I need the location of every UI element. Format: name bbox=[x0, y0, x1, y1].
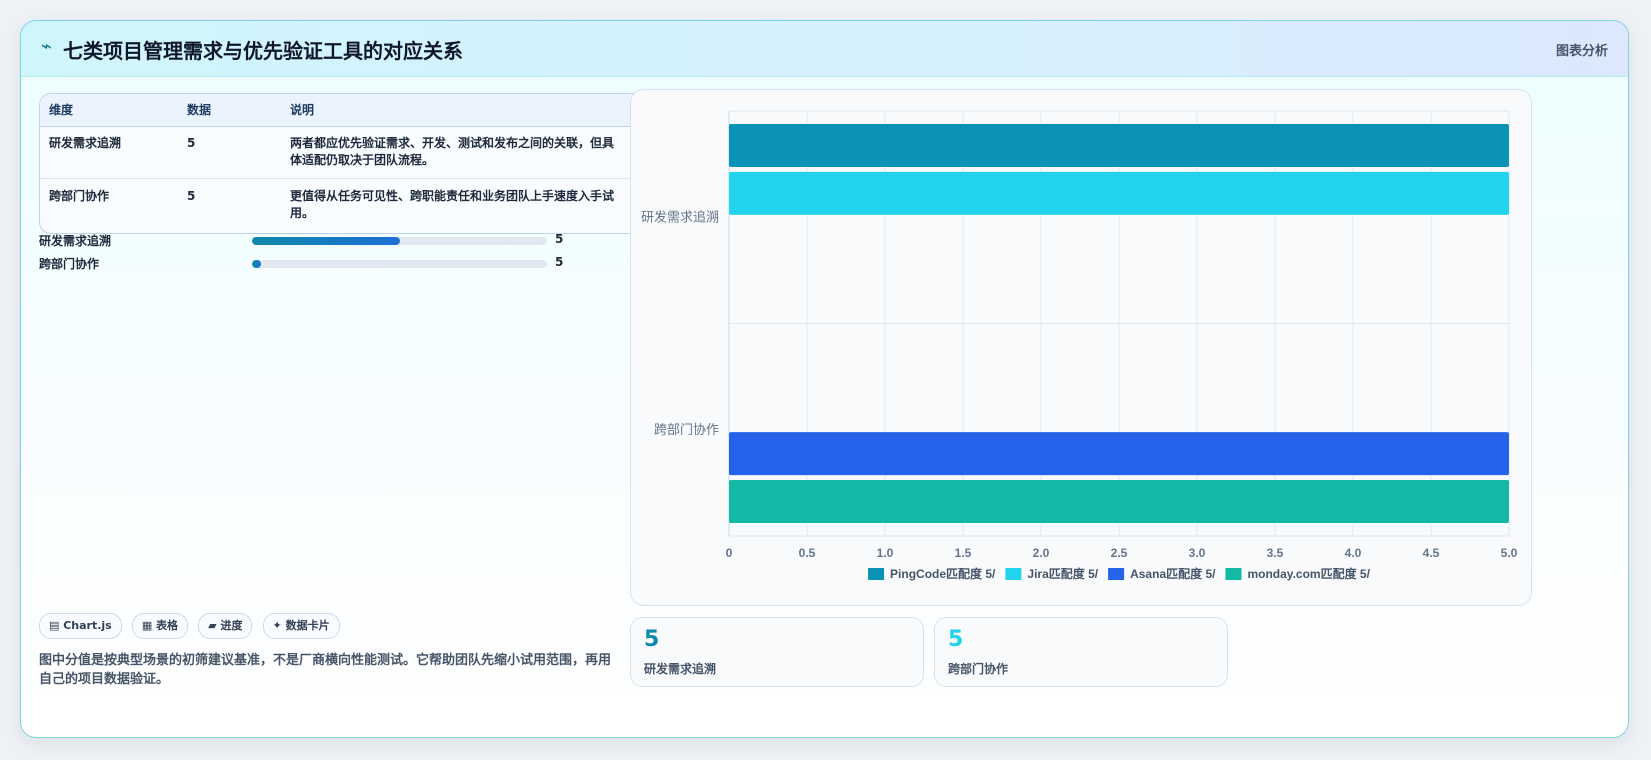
legend-swatch bbox=[1225, 568, 1242, 580]
tag-table[interactable]: ▦ 表格 bbox=[131, 613, 189, 639]
row-description: 两者都应优先验证需求、开发、测试和发布之间的关联，但具体适配仍取决于团队流程。 bbox=[290, 136, 615, 167]
chart-analysis-label: 图表分析 bbox=[1555, 44, 1608, 59]
bar bbox=[729, 124, 1509, 168]
stat-value: 5 bbox=[948, 627, 964, 652]
legend-label: Jira匹配度 5/ bbox=[1027, 566, 1098, 581]
progress-track bbox=[252, 260, 547, 268]
legend-swatch bbox=[868, 568, 885, 580]
column-header-description: 说明 bbox=[290, 103, 315, 117]
tag-progress[interactable]: ▰ 进度 bbox=[198, 613, 253, 639]
progress-track bbox=[252, 237, 547, 245]
x-tick-label: 0.5 bbox=[799, 546, 816, 560]
progress-label: 研发需求追溯 bbox=[39, 234, 112, 248]
x-tick-label: 0 bbox=[726, 546, 733, 560]
footnote: 图中分值是按典型场景的初筛建议基准，不是厂商横向性能测试。它帮助团队先缩小试用范… bbox=[39, 653, 612, 687]
tag-chartjs[interactable]: ▤ Chart.js bbox=[39, 613, 122, 639]
progress-value: 5 bbox=[555, 232, 564, 246]
legend-swatch bbox=[1108, 568, 1125, 580]
y-tick-label: 研发需求追溯 bbox=[641, 209, 719, 224]
stat-label: 跨部门协作 bbox=[948, 662, 1009, 676]
legend-swatch bbox=[1005, 568, 1022, 580]
progress-value: 5 bbox=[555, 255, 564, 269]
row-description: 更值得从任务可见性、跨职能责任和业务团队上手速度入手试用。 bbox=[290, 189, 615, 220]
row-dimension: 研发需求追溯 bbox=[49, 136, 122, 150]
progress-fill bbox=[252, 237, 400, 245]
progress-row: 研发需求追溯 5 bbox=[39, 232, 579, 250]
bar bbox=[729, 171, 1509, 215]
tag-data-card[interactable]: ✦ 数据卡片 bbox=[262, 613, 340, 639]
progress-row: 跨部门协作 5 bbox=[39, 255, 579, 273]
table-header: 维度 数据 说明 bbox=[40, 94, 646, 127]
x-tick-label: 2.5 bbox=[1111, 546, 1128, 560]
legend-label: Asana匹配度 5/ bbox=[1130, 566, 1216, 581]
bar-chart: 0 0.5 1.0 1.5 2.0 2.5 3.0 3.5 4.0 4.5 5.0 研发需求追溯跨部门… bbox=[641, 110, 1518, 581]
x-tick-label: 4.5 bbox=[1423, 546, 1440, 560]
data-table: 维度 数据 说明 研发需求追溯 5 两者都应优先验证需求、开发、测试和发布之间的… bbox=[39, 93, 647, 234]
legend-label: PingCode匹配度 5/ bbox=[890, 566, 996, 581]
x-tick-label: 3.0 bbox=[1189, 546, 1206, 560]
x-tick-label: 1.5 bbox=[955, 546, 972, 560]
x-tick-label: 1.0 bbox=[877, 546, 894, 560]
bar bbox=[729, 479, 1509, 523]
column-header-data: 数据 bbox=[187, 103, 212, 117]
y-tick-label: 跨部门协作 bbox=[654, 422, 719, 437]
row-value: 5 bbox=[187, 136, 196, 150]
x-tick-label: 4.0 bbox=[1345, 546, 1362, 560]
row-value: 5 bbox=[187, 189, 196, 203]
chart-panel: 0 0.5 1.0 1.5 2.0 2.5 3.0 3.5 4.0 4.5 5.0 研发需求追溯跨部门… bbox=[630, 89, 1532, 606]
pulse-icon: ⌁ bbox=[41, 36, 52, 57]
x-tick-label: 5.0 bbox=[1501, 546, 1518, 560]
table-row: 研发需求追溯 5 两者都应优先验证需求、开发、测试和发布之间的关联，但具体适配仍… bbox=[40, 126, 646, 179]
x-tick-label: 3.5 bbox=[1267, 546, 1284, 560]
row-dimension: 跨部门协作 bbox=[49, 189, 110, 203]
stat-card: 5 跨部门协作 bbox=[934, 617, 1228, 687]
progress-label: 跨部门协作 bbox=[39, 257, 100, 271]
stat-label: 研发需求追溯 bbox=[644, 662, 717, 676]
page-title: 七类项目管理需求与优先验证工具的对应关系 bbox=[63, 39, 463, 63]
x-tick-label: 2.0 bbox=[1033, 546, 1050, 560]
stat-value: 5 bbox=[644, 627, 660, 652]
chart-card: ⌁ 七类项目管理需求与优先验证工具的对应关系 图表分析 维度 数据 说明 研发需… bbox=[20, 20, 1629, 738]
bar bbox=[729, 432, 1509, 476]
progress-fill bbox=[252, 260, 261, 268]
stat-card: 5 研发需求追溯 bbox=[630, 617, 924, 687]
card-header: ⌁ 七类项目管理需求与优先验证工具的对应关系 图表分析 bbox=[21, 21, 1628, 77]
legend-label: monday.com匹配度 5/ bbox=[1247, 566, 1370, 581]
table-row: 跨部门协作 5 更值得从任务可见性、跨职能责任和业务团队上手速度入手试用。 bbox=[40, 179, 646, 231]
column-header-dimension: 维度 bbox=[49, 103, 74, 117]
tag-list: ▤ Chart.js ▦ 表格 ▰ 进度 ✦ 数据卡片 bbox=[39, 613, 345, 639]
